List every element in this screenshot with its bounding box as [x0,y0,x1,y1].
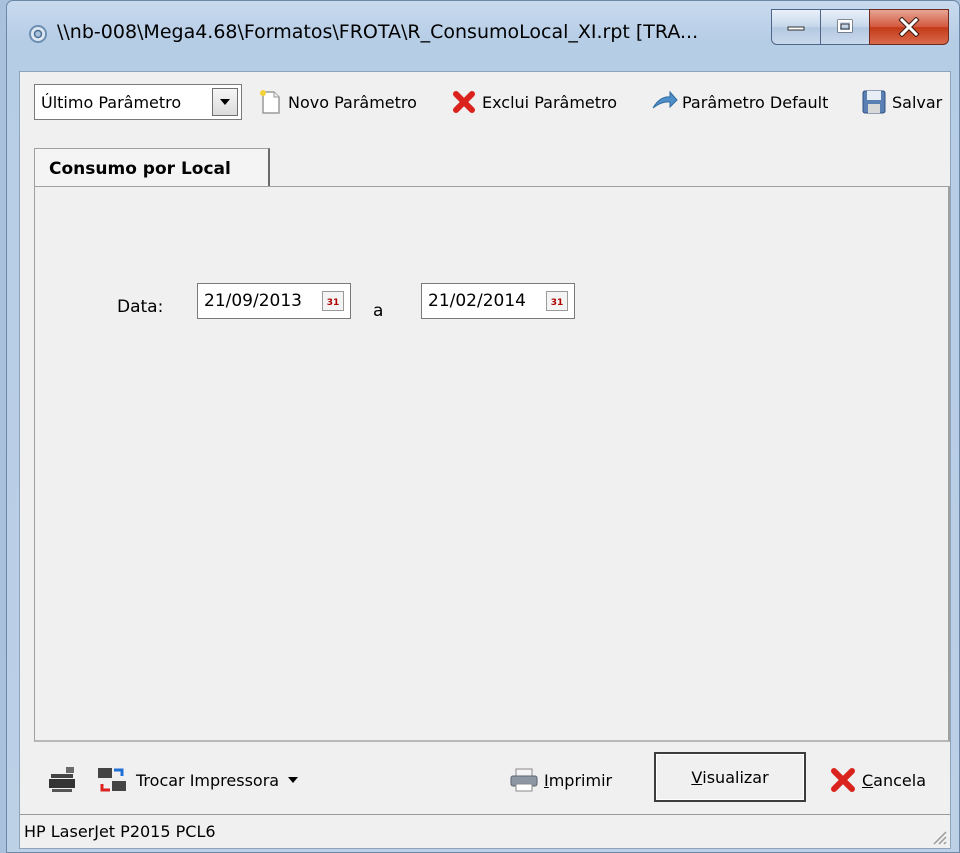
default-parameter-button[interactable]: Parâmetro Default [650,86,828,118]
tab-strip: Consumo por Local [20,148,950,188]
tab-panel: Data: 21/09/2013 31 a 21/02/2014 31 [34,186,950,742]
printer-icon [510,768,538,792]
view-label-rest: isualizar [702,767,769,787]
new-page-icon [260,90,280,114]
printer-setup-button[interactable] [46,762,78,798]
change-printer-button[interactable]: Trocar Impressora [96,762,299,798]
cancel-label-rest: ancela [873,770,927,790]
printer-status: HP LaserJet P2015 PCL6 [24,822,216,841]
delete-parameter-button[interactable]: Exclui Parâmetro [450,86,617,118]
delete-parameter-label: Exclui Parâmetro [482,92,618,112]
toolbar: Último Parâmetro Novo Parâmetro Exclui P… [20,72,950,134]
maximize-button[interactable] [820,9,870,45]
client-area: Último Parâmetro Novo Parâmetro Exclui P… [19,71,951,849]
arrow-icon [652,90,678,109]
printer-setup-icon [49,767,75,792]
tab-label: Consumo por Local [49,158,231,179]
date-label: Data: [117,297,164,317]
date-to-value: 21/02/2014 [428,291,526,311]
red-x-icon [831,768,855,792]
resize-grip-icon[interactable] [928,826,948,846]
report-window: \\nb-008\Mega4.68\Formatos\FROTA\R_Consu… [6,0,960,853]
status-bar: HP LaserJet P2015 PCL6 [20,814,950,848]
new-parameter-label: Novo Parâmetro [288,92,417,112]
parameter-select-value: Último Parâmetro [41,92,182,112]
calendar-icon[interactable]: 31 [322,291,344,311]
date-to-field[interactable]: 21/02/2014 31 [421,283,575,319]
red-x-icon [453,91,475,113]
date-from-value: 21/09/2013 [204,291,302,311]
maximize-icon [837,19,853,33]
save-button[interactable]: Salvar [860,86,942,118]
cancel-button[interactable]: Cancela [828,762,926,798]
default-parameter-label: Parâmetro Default [682,92,829,112]
print-label: Imprimir [544,771,612,790]
tab-consumo-por-local[interactable]: Consumo por Local [34,148,270,188]
view-mnemonic: V [691,767,703,787]
title-bar[interactable]: \\nb-008\Mega4.68\Formatos\FROTA\R_Consu… [7,1,959,65]
view-button[interactable]: Visualizar [654,752,806,802]
chevron-down-icon [220,99,230,105]
cancel-label: Cancela [862,771,926,790]
minimize-icon [787,26,805,31]
cancel-mnemonic: C [862,770,874,790]
bottom-bar: Trocar Impressora Imprimir Visualizar Ca… [20,744,950,814]
printer-swap-icon [98,768,126,792]
range-separator: a [373,301,384,321]
date-from-field[interactable]: 21/09/2013 31 [197,283,351,319]
close-icon [898,17,920,37]
parameter-select[interactable]: Último Parâmetro [34,84,242,120]
app-gear-icon [29,25,47,43]
minimize-button[interactable] [771,9,821,45]
print-label-rest: mprimir [548,770,613,790]
window-title: \\nb-008\Mega4.68\Formatos\FROTA\R_Consu… [57,21,699,43]
print-button[interactable]: Imprimir [508,762,612,798]
save-label: Salvar [892,92,943,112]
change-printer-label: Trocar Impressora [136,770,280,790]
floppy-disk-icon [862,90,886,114]
close-button[interactable] [869,9,949,45]
calendar-icon[interactable]: 31 [546,291,568,311]
new-parameter-button[interactable]: Novo Parâmetro [256,86,417,118]
dropdown-button[interactable] [212,88,238,116]
chevron-down-icon [288,777,299,783]
